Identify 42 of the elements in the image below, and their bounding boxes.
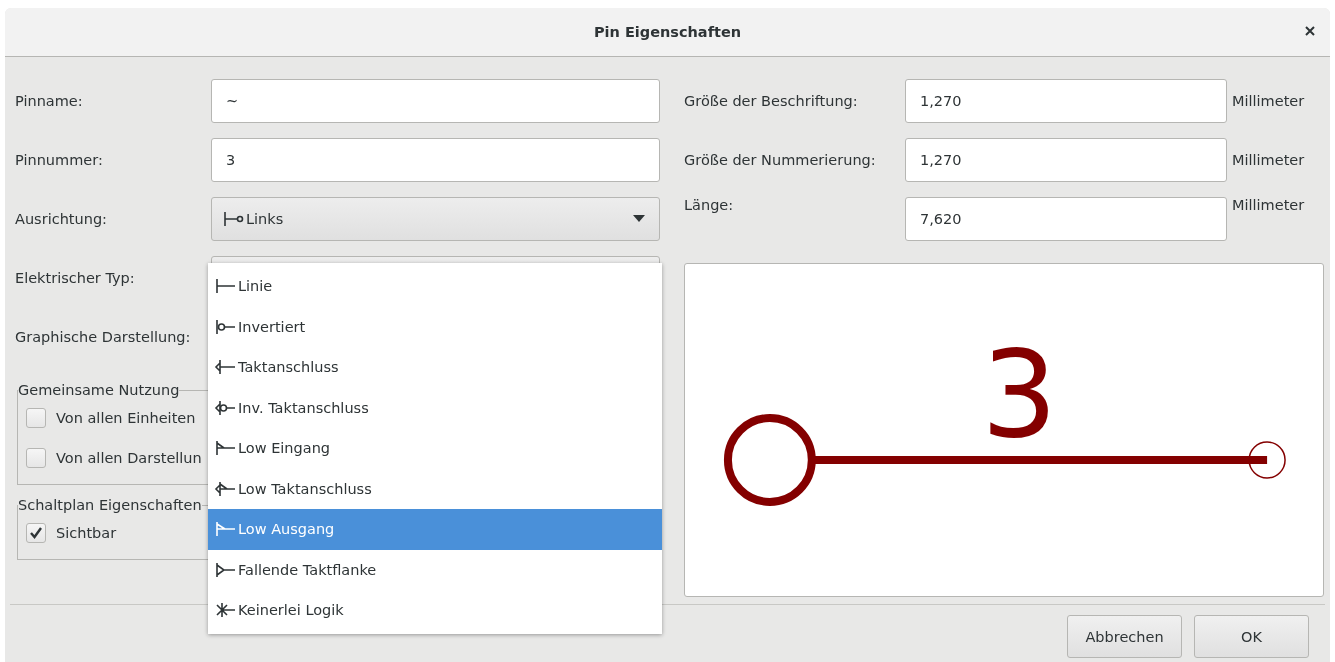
field-label: Pinnummer: — [15, 151, 104, 168]
field-label: Elektrischer Typ: — [15, 269, 136, 286]
menu-item[interactable]: Taktanschluss — [208, 347, 662, 388]
menu-item[interactable]: Invertiert — [208, 306, 662, 347]
field-label: Pinname: — [15, 92, 84, 109]
number-field[interactable]: 7,620 — [905, 197, 1227, 241]
dropdown-field[interactable]: Links — [211, 196, 660, 241]
field-label: Größe der Nummerierung: — [684, 151, 877, 168]
text-field[interactable]: ~ — [211, 78, 660, 123]
pin-number-text: 3 — [981, 325, 1058, 464]
unit-label: Millimeter — [1232, 197, 1305, 213]
pin-shape-icon — [214, 358, 236, 377]
number-field[interactable]: 1,270 — [905, 137, 1227, 182]
number-field[interactable]: 1,270 — [905, 78, 1227, 123]
checkbox[interactable] — [26, 523, 46, 543]
window-title: Pin Eigenschaften — [593, 24, 742, 40]
pin-shape-icon — [214, 601, 236, 620]
pin-shape-icon — [214, 398, 236, 417]
menu-item[interactable]: Linie — [208, 266, 662, 307]
field-label: Graphische Darstellung: — [15, 328, 192, 345]
pin-shape-icon — [214, 277, 236, 296]
dialog-button[interactable]: OK — [1194, 615, 1309, 658]
group-title: Schaltplan Eigenschaften — [18, 497, 202, 513]
pin-shape-icon — [214, 317, 236, 336]
dialog-button[interactable]: Abbrechen — [1067, 615, 1182, 658]
checkbox[interactable] — [26, 408, 46, 428]
pin-shape-icon — [214, 479, 236, 498]
close-icon[interactable] — [1304, 25, 1316, 37]
unit-label: Millimeter — [1232, 92, 1305, 109]
unit-label: Millimeter — [1232, 151, 1305, 168]
menu-item[interactable]: Keinerlei Logik — [208, 590, 662, 631]
text-field[interactable]: 3 — [211, 137, 660, 182]
field-label: Größe der Beschriftung: — [684, 92, 859, 109]
caret-icon — [633, 215, 645, 222]
pin-shape-icon — [214, 560, 236, 579]
field-label: Ausrichtung: — [15, 210, 108, 227]
field-label: Länge: — [684, 197, 735, 213]
pin-shape-icon — [222, 209, 244, 228]
pin-shape-icon — [214, 520, 236, 539]
group-title: Gemeinsame Nutzung — [18, 382, 180, 398]
pin-shape-icon — [214, 439, 236, 458]
checkbox[interactable] — [26, 448, 46, 468]
